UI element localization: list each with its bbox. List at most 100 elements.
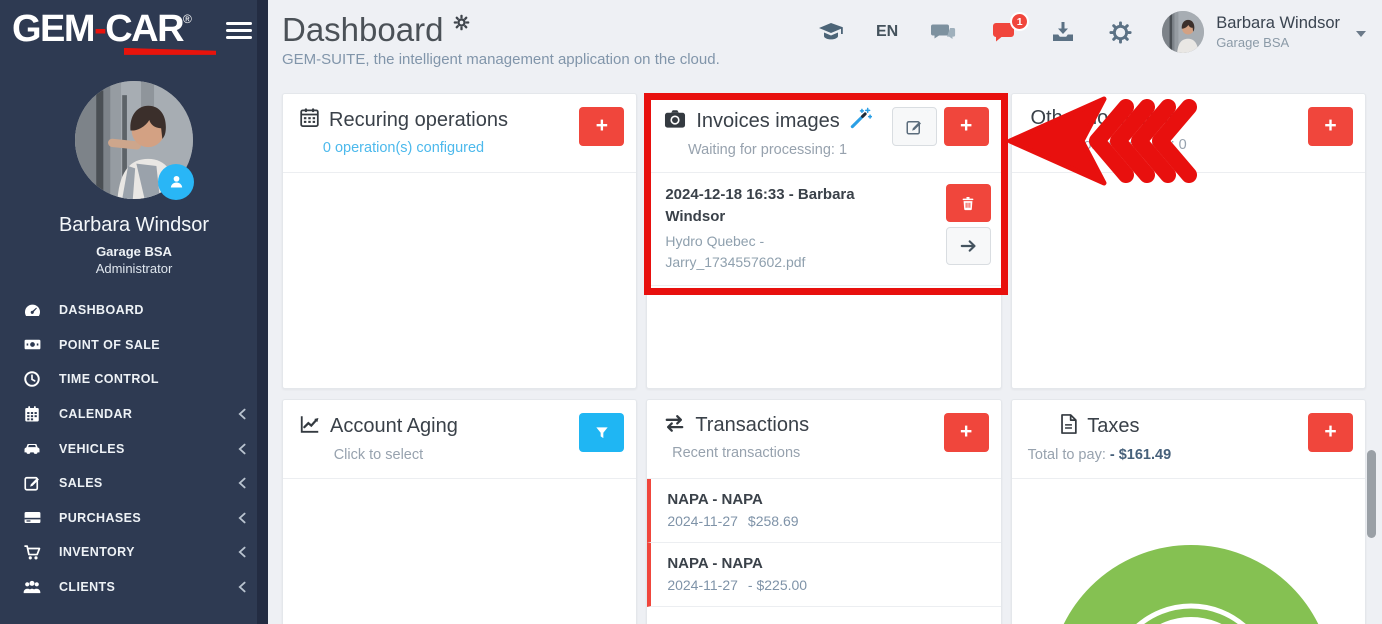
document-icon xyxy=(1059,413,1078,440)
sidebar-item-vehicles[interactable]: VEHICLES xyxy=(0,431,268,466)
edit-invoices-button[interactable] xyxy=(892,107,937,146)
credit-card-icon xyxy=(21,508,43,527)
account-aging-select[interactable]: Click to select xyxy=(334,447,423,463)
chevron-left-icon xyxy=(238,512,246,524)
calendar-icon xyxy=(21,405,43,423)
tachometer-icon xyxy=(21,301,43,320)
sidebar-nav: DASHBOARD POINT OF SALE TIME CONTROL CAL… xyxy=(0,293,268,604)
transaction-name: NAPA - NAPA xyxy=(667,491,984,508)
cart-icon xyxy=(21,543,43,562)
plus-icon: + xyxy=(1324,421,1336,442)
car-icon xyxy=(21,439,43,459)
transaction-row[interactable]: NAPA - NAPA 2024-11-27 $258.69 xyxy=(647,479,1000,543)
card-transactions: Transactions Recent transactions + NAPA … xyxy=(646,399,1001,624)
transaction-amount: $258.69 xyxy=(748,513,799,529)
download-icon[interactable] xyxy=(1051,21,1075,43)
invoice-item-filename: Hydro Quebec - Jarry_1734557602.pdf xyxy=(665,231,903,274)
header-user-company: Garage BSA xyxy=(1216,35,1340,51)
sidebar-item-time-control[interactable]: TIME CONTROL xyxy=(0,362,268,397)
users-icon xyxy=(21,577,43,597)
sidebar: GEM-CAR® xyxy=(0,0,268,624)
add-recurring-operation-button[interactable]: + xyxy=(579,107,624,146)
recurring-operations-link[interactable]: 0 operation(s) configured xyxy=(323,140,484,156)
transaction-date: 2024-11-27 xyxy=(667,577,738,593)
magic-wand-icon[interactable] xyxy=(849,107,872,135)
pencil-square-icon xyxy=(21,474,43,492)
add-transaction-button[interactable]: + xyxy=(944,413,989,452)
sidebar-item-dashboard[interactable]: DASHBOARD xyxy=(0,293,268,328)
avatar-status-badge[interactable] xyxy=(158,164,194,200)
sidebar-item-sales[interactable]: SALES xyxy=(0,466,268,501)
chat-bubbles-icon[interactable] xyxy=(930,21,956,43)
notification-count-badge: 1 xyxy=(1010,12,1029,31)
main-scrollbar-thumb[interactable] xyxy=(1367,450,1376,538)
camera-icon xyxy=(663,108,687,134)
sidebar-scrollbar-track[interactable] xyxy=(257,0,268,624)
header-user-block[interactable]: Barbara Windsor Garage BSA xyxy=(1216,14,1340,50)
page-title: Dashboard xyxy=(282,11,443,49)
card-title: Other documents xyxy=(1030,107,1183,130)
plus-icon: + xyxy=(960,421,972,442)
person-icon xyxy=(167,172,186,191)
topbar: EN 1 xyxy=(818,0,1366,64)
settings-gear-icon[interactable] xyxy=(1109,21,1132,44)
page-settings-gear-icon[interactable] xyxy=(453,14,470,36)
sidebar-item-clients[interactable]: CLIENTS xyxy=(0,570,268,605)
header-avatar[interactable] xyxy=(1162,11,1204,53)
taxes-donut-chart xyxy=(1026,543,1356,624)
transaction-name: NAPA - NAPA xyxy=(667,555,984,572)
card-recurring-operations: Recuring operations 0 operation(s) confi… xyxy=(282,93,637,389)
card-title: Invoices images xyxy=(696,110,839,133)
chevron-left-icon xyxy=(238,408,246,420)
delete-invoice-button[interactable] xyxy=(946,184,991,222)
filter-account-aging-button[interactable] xyxy=(579,413,624,452)
plus-icon: + xyxy=(1324,115,1336,136)
language-selector[interactable]: EN xyxy=(876,23,898,41)
chevron-down-icon[interactable] xyxy=(1356,31,1366,37)
taxes-total-label: Total to pay: xyxy=(1028,447,1110,463)
exchange-arrows-icon xyxy=(663,413,686,438)
transaction-date: 2024-11-27 xyxy=(667,513,738,529)
add-tax-button[interactable]: + xyxy=(1308,413,1353,452)
card-title: Transactions xyxy=(695,414,809,437)
card-invoices-images: Invoices images Waiting for processing: … xyxy=(646,93,1001,389)
pencil-square-icon xyxy=(905,118,923,136)
chevron-left-icon xyxy=(238,581,246,593)
card-subtitle: Waiting for processing: 0 xyxy=(1028,137,1187,153)
notifications-icon[interactable]: 1 xyxy=(992,21,1017,43)
trash-icon xyxy=(960,195,976,212)
sidebar-item-purchases[interactable]: PURCHASES xyxy=(0,500,268,535)
arrow-right-icon xyxy=(959,238,978,254)
chevron-left-icon xyxy=(238,443,246,455)
gem-car-logo: GEM-CAR® xyxy=(12,10,216,50)
card-title: Taxes xyxy=(1087,415,1139,438)
invoice-image-list-item: 2024-12-18 16:33 - Barbara Windsor Hydro… xyxy=(647,173,1000,286)
invoice-item-title: 2024-12-18 16:33 - Barbara Windsor xyxy=(665,184,903,228)
money-bill-icon xyxy=(21,335,43,354)
plus-icon: + xyxy=(596,115,608,136)
sidebar-user-role: Administrator xyxy=(0,261,268,276)
sidebar-item-point-of-sale[interactable]: POINT OF SALE xyxy=(0,327,268,362)
header-user-name: Barbara Windsor xyxy=(1216,14,1340,34)
card-taxes: Taxes Total to pay: - $161.49 + xyxy=(1011,399,1366,624)
sidebar-item-calendar[interactable]: CALENDAR xyxy=(0,397,268,432)
main-content: Dashboard GEM-SUITE, the intelligent man… xyxy=(268,0,1382,624)
process-invoice-button[interactable] xyxy=(946,227,991,265)
card-title: Account Aging xyxy=(330,415,458,438)
chevron-left-icon xyxy=(238,477,246,489)
sidebar-user-name: Barbara Windsor xyxy=(0,214,268,237)
sidebar-item-inventory[interactable]: INVENTORY xyxy=(0,535,268,570)
gem-car-dashboard: GEM-CAR® xyxy=(0,0,1382,624)
add-document-button[interactable]: + xyxy=(1308,107,1353,146)
sidebar-user-company: Garage BSA xyxy=(0,244,268,259)
card-subtitle: Recent transactions xyxy=(672,445,800,461)
add-invoice-image-button[interactable]: + xyxy=(944,107,989,146)
academy-graduation-cap-icon[interactable] xyxy=(818,21,844,43)
hamburger-menu-icon[interactable] xyxy=(226,22,252,43)
card-subtitle: Waiting for processing: 1 xyxy=(688,142,847,158)
plus-icon: + xyxy=(960,115,972,136)
taxes-total-value: - $161.49 xyxy=(1110,447,1171,463)
transaction-amount: - $225.00 xyxy=(748,577,807,593)
transaction-row[interactable]: NAPA - NAPA 2024-11-27 - $225.00 xyxy=(647,543,1000,607)
card-title: Recuring operations xyxy=(329,109,508,132)
